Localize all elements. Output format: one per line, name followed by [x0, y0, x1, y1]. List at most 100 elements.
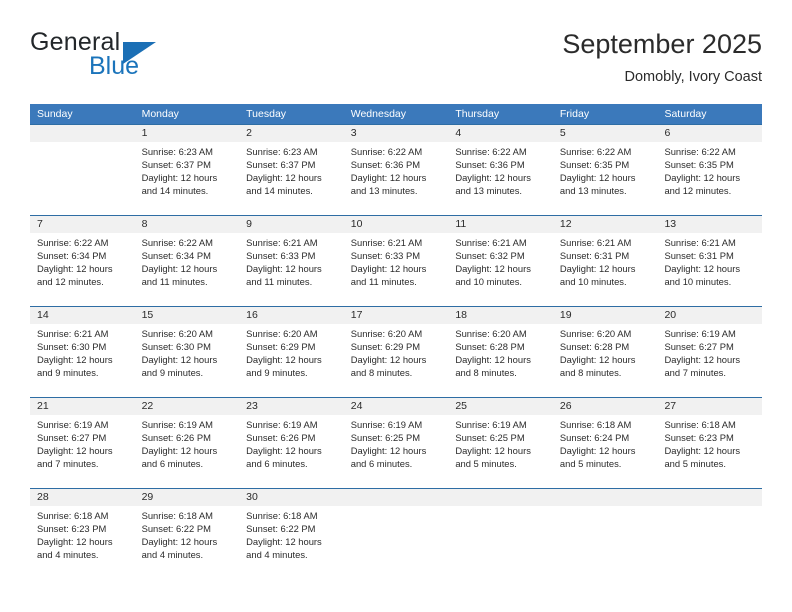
day-number[interactable]: 3: [344, 125, 449, 142]
day-cell[interactable]: Sunrise: 6:18 AM Sunset: 6:22 PM Dayligh…: [135, 506, 240, 579]
day-number[interactable]: 30: [239, 489, 344, 506]
day-cell[interactable]: [448, 506, 553, 579]
day-number[interactable]: [30, 125, 135, 142]
day-cell[interactable]: Sunrise: 6:22 AM Sunset: 6:36 PM Dayligh…: [344, 142, 449, 215]
day-cell[interactable]: Sunrise: 6:18 AM Sunset: 6:24 PM Dayligh…: [553, 415, 658, 488]
day-number[interactable]: 9: [239, 216, 344, 233]
day-number[interactable]: [553, 489, 658, 506]
day-number[interactable]: 16: [239, 307, 344, 324]
day-number[interactable]: 1: [135, 125, 240, 142]
day-cell[interactable]: Sunrise: 6:22 AM Sunset: 6:35 PM Dayligh…: [657, 142, 762, 215]
day-number[interactable]: 26: [553, 398, 658, 415]
sunset-text: Sunset: 6:30 PM: [141, 341, 211, 353]
day-cell[interactable]: [657, 506, 762, 579]
day-cell[interactable]: Sunrise: 6:20 AM Sunset: 6:28 PM Dayligh…: [448, 324, 553, 397]
day-cell[interactable]: Sunrise: 6:19 AM Sunset: 6:27 PM Dayligh…: [657, 324, 762, 397]
sunset-text: Sunset: 6:27 PM: [37, 432, 107, 444]
day-number[interactable]: 21: [30, 398, 135, 415]
day-cell[interactable]: [553, 506, 658, 579]
sunrise-text: Sunrise: 6:23 AM: [246, 146, 318, 157]
daylight-text: Daylight: 12 hours and 4 minutes.: [246, 536, 322, 561]
day-cell[interactable]: [30, 142, 135, 215]
day-cell[interactable]: Sunrise: 6:21 AM Sunset: 6:33 PM Dayligh…: [344, 233, 449, 306]
day-number[interactable]: 29: [135, 489, 240, 506]
day-cell[interactable]: Sunrise: 6:23 AM Sunset: 6:37 PM Dayligh…: [239, 142, 344, 215]
day-number[interactable]: 11: [448, 216, 553, 233]
day-cell[interactable]: Sunrise: 6:20 AM Sunset: 6:28 PM Dayligh…: [553, 324, 658, 397]
day-number[interactable]: 6: [657, 125, 762, 142]
day-number[interactable]: 23: [239, 398, 344, 415]
sunrise-text: Sunrise: 6:19 AM: [246, 419, 318, 430]
day-number[interactable]: [344, 489, 449, 506]
day-number[interactable]: 13: [657, 216, 762, 233]
day-cell[interactable]: Sunrise: 6:19 AM Sunset: 6:25 PM Dayligh…: [448, 415, 553, 488]
day-number[interactable]: 7: [30, 216, 135, 233]
day-number[interactable]: [657, 489, 762, 506]
sunset-text: Sunset: 6:26 PM: [141, 432, 211, 444]
sunrise-text: Sunrise: 6:21 AM: [559, 237, 632, 248]
sunset-text: Sunset: 6:29 PM: [350, 341, 421, 353]
day-cell[interactable]: Sunrise: 6:22 AM Sunset: 6:36 PM Dayligh…: [448, 142, 553, 215]
day-number[interactable]: 25: [448, 398, 553, 415]
sunset-text: Sunset: 6:22 PM: [141, 523, 211, 535]
day-number[interactable]: 5: [553, 125, 658, 142]
day-cell[interactable]: Sunrise: 6:21 AM Sunset: 6:30 PM Dayligh…: [30, 324, 135, 397]
day-number[interactable]: 14: [30, 307, 135, 324]
week-row: 14 15 16 17 18 19 20 Sunrise: 6:21 AM Su…: [30, 306, 762, 397]
sunset-text: Sunset: 6:37 PM: [141, 159, 211, 171]
day-cell[interactable]: Sunrise: 6:19 AM Sunset: 6:25 PM Dayligh…: [344, 415, 449, 488]
day-cell[interactable]: Sunrise: 6:19 AM Sunset: 6:26 PM Dayligh…: [239, 415, 344, 488]
day-number[interactable]: 8: [135, 216, 240, 233]
day-number[interactable]: 17: [344, 307, 449, 324]
day-cell[interactable]: Sunrise: 6:18 AM Sunset: 6:22 PM Dayligh…: [239, 506, 344, 579]
sunrise-text: Sunrise: 6:18 AM: [559, 419, 632, 430]
day-number[interactable]: 28: [30, 489, 135, 506]
day-number[interactable]: 2: [239, 125, 344, 142]
daylight-text: Daylight: 12 hours and 8 minutes.: [559, 354, 636, 379]
day-number[interactable]: 27: [657, 398, 762, 415]
day-cell[interactable]: Sunrise: 6:19 AM Sunset: 6:27 PM Dayligh…: [30, 415, 135, 488]
daylight-text: Daylight: 12 hours and 9 minutes.: [246, 354, 322, 379]
sunset-text: Sunset: 6:35 PM: [664, 159, 734, 171]
day-cell[interactable]: Sunrise: 6:22 AM Sunset: 6:34 PM Dayligh…: [135, 233, 240, 306]
sunrise-text: Sunrise: 6:23 AM: [141, 146, 213, 157]
weekday-header-friday: Friday: [559, 108, 590, 120]
day-cell[interactable]: [344, 506, 449, 579]
sunrise-text: Sunrise: 6:20 AM: [246, 328, 318, 339]
daylight-text: Daylight: 12 hours and 8 minutes.: [455, 354, 531, 379]
day-cell[interactable]: Sunrise: 6:23 AM Sunset: 6:37 PM Dayligh…: [135, 142, 240, 215]
day-cell[interactable]: Sunrise: 6:19 AM Sunset: 6:26 PM Dayligh…: [135, 415, 240, 488]
day-cell[interactable]: Sunrise: 6:20 AM Sunset: 6:29 PM Dayligh…: [239, 324, 344, 397]
day-number[interactable]: 10: [344, 216, 449, 233]
sunrise-text: Sunrise: 6:22 AM: [559, 146, 632, 157]
general-blue-logo[interactable]: General Blue: [30, 28, 230, 86]
day-number[interactable]: [448, 489, 553, 506]
day-cell[interactable]: Sunrise: 6:18 AM Sunset: 6:23 PM Dayligh…: [657, 415, 762, 488]
daylight-text: Daylight: 12 hours and 10 minutes.: [455, 263, 531, 288]
week-detail-band: Sunrise: 6:18 AM Sunset: 6:23 PM Dayligh…: [30, 506, 762, 579]
day-number[interactable]: 19: [553, 307, 658, 324]
sunrise-text: Sunrise: 6:22 AM: [455, 146, 527, 157]
day-cell[interactable]: Sunrise: 6:20 AM Sunset: 6:30 PM Dayligh…: [135, 324, 240, 397]
day-number[interactable]: 18: [448, 307, 553, 324]
day-cell[interactable]: Sunrise: 6:18 AM Sunset: 6:23 PM Dayligh…: [30, 506, 135, 579]
day-number[interactable]: 12: [553, 216, 658, 233]
daylight-text: Daylight: 12 hours and 10 minutes.: [559, 263, 636, 288]
sunset-text: Sunset: 6:31 PM: [559, 250, 630, 262]
day-number[interactable]: 22: [135, 398, 240, 415]
day-number[interactable]: 15: [135, 307, 240, 324]
day-number[interactable]: 24: [344, 398, 449, 415]
sunset-text: Sunset: 6:36 PM: [350, 159, 421, 171]
sunrise-text: Sunrise: 6:18 AM: [246, 510, 318, 521]
day-cell[interactable]: Sunrise: 6:21 AM Sunset: 6:31 PM Dayligh…: [553, 233, 658, 306]
day-cell[interactable]: Sunrise: 6:22 AM Sunset: 6:34 PM Dayligh…: [30, 233, 135, 306]
day-cell[interactable]: Sunrise: 6:21 AM Sunset: 6:33 PM Dayligh…: [239, 233, 344, 306]
day-cell[interactable]: Sunrise: 6:22 AM Sunset: 6:35 PM Dayligh…: [553, 142, 658, 215]
daylight-text: Daylight: 12 hours and 13 minutes.: [559, 172, 636, 197]
day-cell[interactable]: Sunrise: 6:21 AM Sunset: 6:31 PM Dayligh…: [657, 233, 762, 306]
day-cell[interactable]: Sunrise: 6:20 AM Sunset: 6:29 PM Dayligh…: [344, 324, 449, 397]
week-daynumber-band: 1 2 3 4 5 6: [30, 125, 762, 142]
day-number[interactable]: 4: [448, 125, 553, 142]
day-cell[interactable]: Sunrise: 6:21 AM Sunset: 6:32 PM Dayligh…: [448, 233, 553, 306]
day-number[interactable]: 20: [657, 307, 762, 324]
